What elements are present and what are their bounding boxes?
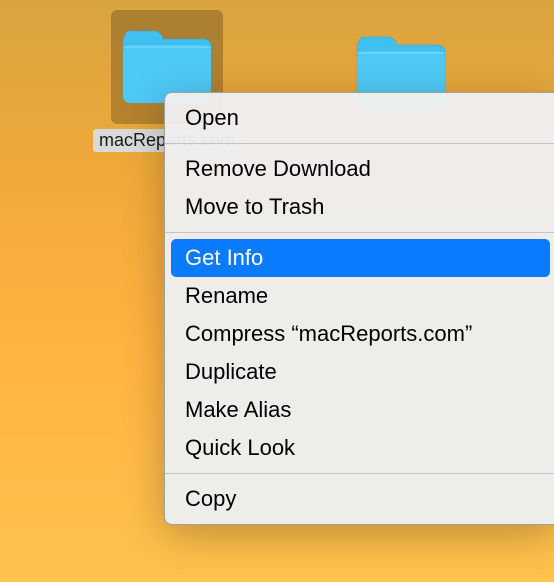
menu-item-rename[interactable]: Rename <box>165 277 554 315</box>
menu-separator <box>165 143 554 144</box>
desktop[interactable]: macReports.com Open Remove Download Move… <box>0 0 554 582</box>
menu-item-duplicate[interactable]: Duplicate <box>165 353 554 391</box>
menu-item-make-alias[interactable]: Make Alias <box>165 391 554 429</box>
menu-item-move-to-trash[interactable]: Move to Trash <box>165 188 554 226</box>
menu-item-copy[interactable]: Copy <box>165 480 554 518</box>
context-menu[interactable]: Open Remove Download Move to Trash Get I… <box>164 92 554 525</box>
menu-item-open[interactable]: Open <box>165 99 554 137</box>
menu-item-compress[interactable]: Compress “macReports.com” <box>165 315 554 353</box>
menu-item-remove-download[interactable]: Remove Download <box>165 150 554 188</box>
menu-separator <box>165 232 554 233</box>
menu-item-get-info[interactable]: Get Info <box>171 239 550 277</box>
menu-item-quick-look[interactable]: Quick Look <box>165 429 554 467</box>
menu-separator <box>165 473 554 474</box>
